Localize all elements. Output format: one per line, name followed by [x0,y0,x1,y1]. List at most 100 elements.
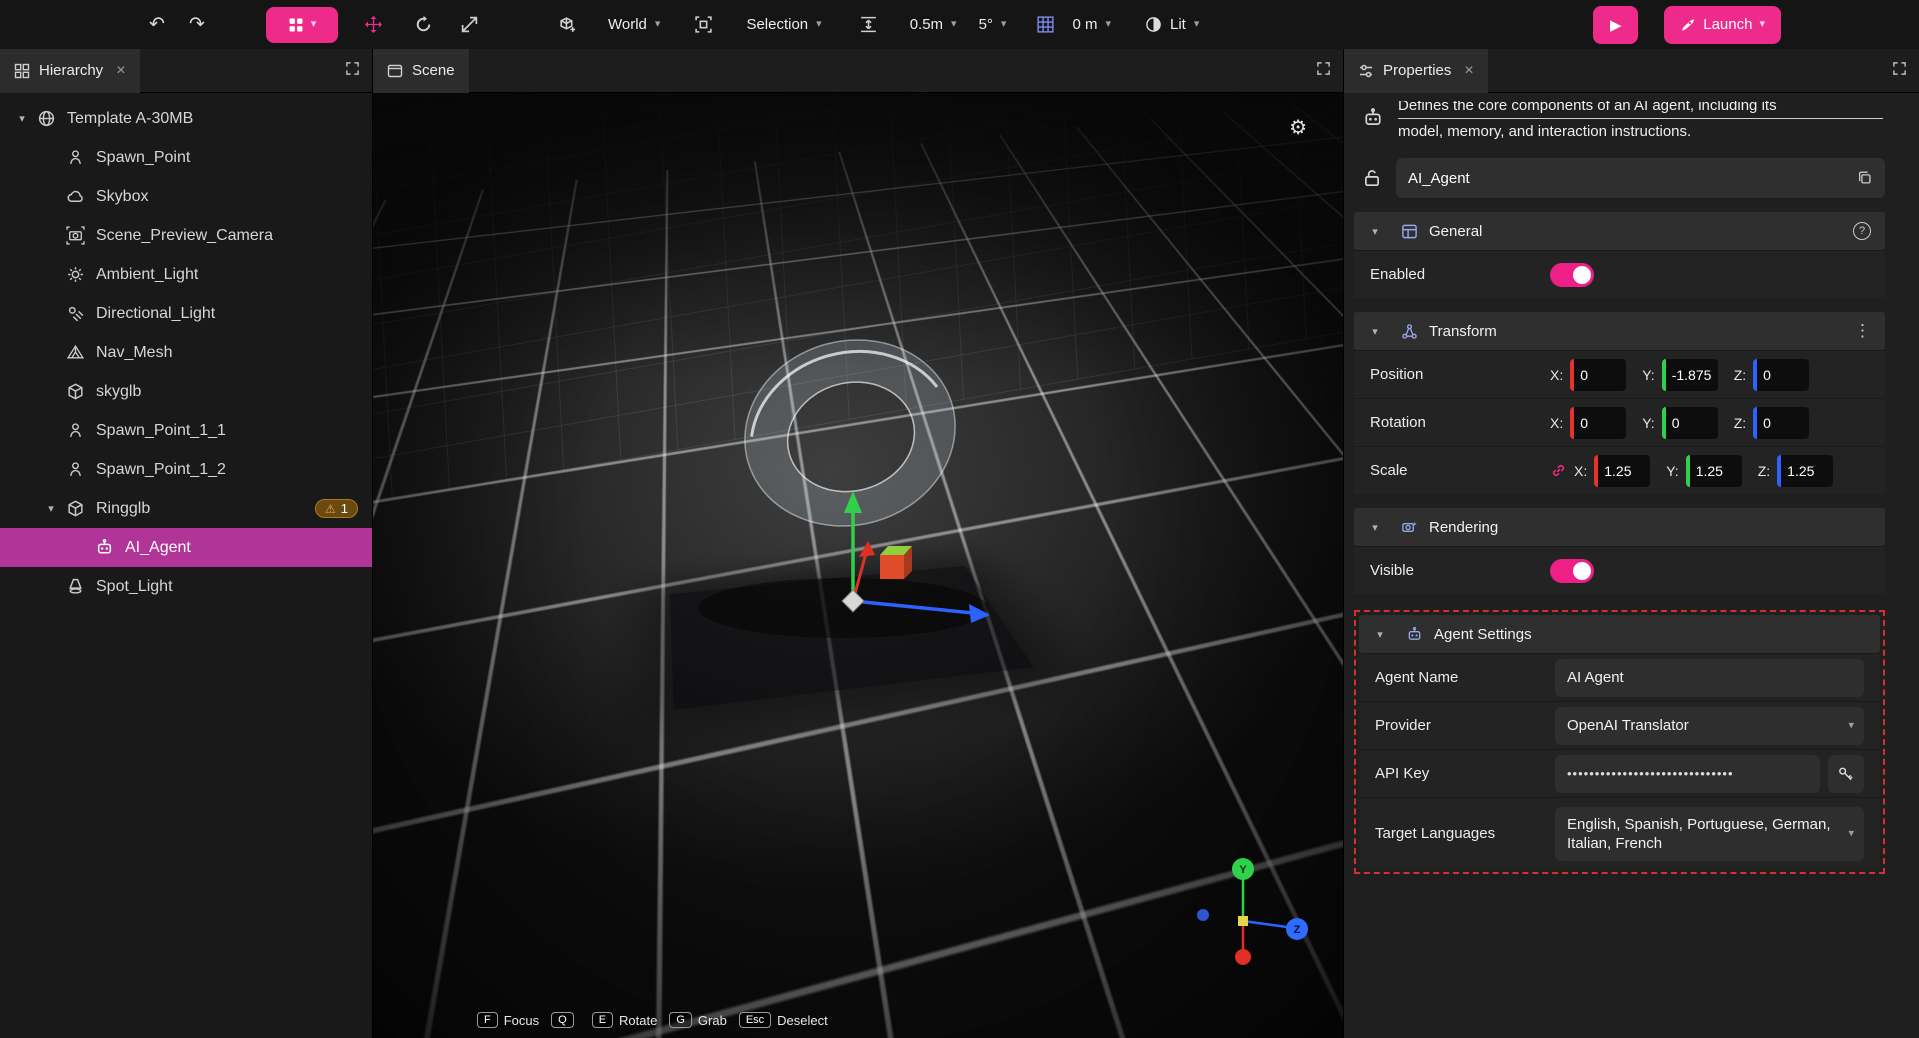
frame-selection-button[interactable] [686,8,720,42]
scene-viewport[interactable]: Y Z ⚙ FFocus Q ERotate GGrab EscDeselect [373,93,1343,1038]
scale-y-input[interactable]: 1.25 [1686,455,1742,487]
section-agent-settings-header[interactable]: ▾ Agent Settings [1359,615,1880,653]
play-button[interactable]: ▶ [1593,6,1638,44]
launch-button[interactable]: Launch ▾ [1664,6,1781,44]
section-agent-settings: ▾ Agent Settings Agent Name AI Agent Pro… [1359,615,1880,869]
axis-neg-dot[interactable] [1197,909,1209,921]
scale-tool-button[interactable] [452,8,486,42]
general-title: General [1429,223,1482,240]
play-icon: ▶ [1610,16,1622,34]
help-icon[interactable]: ? [1853,222,1871,240]
orientation-gizmo[interactable]: Y Z [1197,858,1308,965]
add-object-icon [558,15,577,34]
grid-snap-value: 0 m [1072,16,1097,33]
warning-count: 1 [341,501,348,516]
tab-properties[interactable]: Properties × [1344,49,1488,93]
align-vertical-button[interactable] [852,8,886,42]
tree-item-template[interactable]: ▾ Template A-30MB [0,99,372,138]
rotation-x-input[interactable]: 0 [1570,407,1626,439]
section-general-header[interactable]: ▾ General ? [1354,212,1885,250]
tree-item-ai-agent[interactable]: AI_Agent [0,528,372,567]
shading-mode-dropdown[interactable]: Lit ▾ [1145,16,1199,33]
chevron-down-icon: ▾ [311,19,317,30]
gizmo-x-arrow[interactable] [859,541,875,557]
spot-light-icon [66,577,85,596]
provider-dropdown[interactable]: OpenAI Translator ▾ [1555,707,1864,745]
lit-sphere-icon [1145,16,1162,33]
kebab-menu-icon[interactable]: ⋮ [1854,321,1871,341]
object-name-input[interactable]: AI_Agent [1396,158,1885,198]
chevron-down-icon[interactable]: ▾ [15,112,29,125]
add-object-button[interactable] [550,8,584,42]
move-snap-dropdown[interactable]: 0.5m ▾ [910,16,957,33]
section-transform-header[interactable]: ▾ Transform ⋮ [1354,312,1885,350]
undo-icon: ↶ [149,15,165,34]
expand-panel-icon[interactable] [1316,61,1331,81]
tab-scene[interactable]: Scene [373,49,469,93]
scale-x-input[interactable]: 1.25 [1594,455,1650,487]
copy-icon[interactable] [1857,170,1873,186]
visible-toggle[interactable] [1550,559,1594,583]
tree-item-spawn-point-1-2[interactable]: Spawn_Point_1_2 [0,450,372,489]
position-row: Position X: 0 Y: -1.875 Z: 0 [1354,350,1885,398]
rotation-y-input[interactable]: 0 [1662,407,1718,439]
scene-panel: Scene [373,49,1343,1038]
spawn-point-icon [66,148,85,167]
hint-label: Rotate [619,1013,657,1028]
top-toolbar: ↶ ↷ ▾ World ▾ Selection ▾ [0,0,1919,49]
tree-item-spawn-point[interactable]: Spawn_Point [0,138,372,177]
ring-object[interactable] [724,317,976,550]
tree-item-skybox[interactable]: Skybox [0,177,372,216]
close-icon[interactable]: × [116,62,125,80]
axis-x-ball[interactable] [1235,949,1251,965]
tree-item-spawn-point-1-1[interactable]: Spawn_Point_1_1 [0,411,372,450]
tree-item-directional-light[interactable]: Directional_Light [0,294,372,333]
link-scale-icon[interactable] [1550,462,1567,479]
section-general: ▾ General ? Enabled [1354,212,1885,298]
robot-icon [95,538,114,557]
axis-z-label: Z [1294,924,1301,936]
agent-name-input[interactable]: AI Agent [1555,659,1864,697]
scale-z-input[interactable]: 1.25 [1777,455,1833,487]
enabled-toggle[interactable] [1550,263,1594,287]
tree-item-spot-light[interactable]: Spot_Light [0,567,372,606]
properties-body: Defines the core components of an AI age… [1344,93,1919,1038]
rotate-tool-button[interactable] [406,8,440,42]
provider-row: Provider OpenAI Translator ▾ [1359,701,1880,749]
grid-snap-dropdown[interactable]: 0 m ▾ [1072,16,1111,33]
api-key-action-button[interactable] [1828,755,1864,793]
window-icon [387,63,403,79]
y-axis-label: Y: [1642,367,1654,383]
tree-item-scene-preview-camera[interactable]: Scene_Preview_Camera [0,216,372,255]
selection-mode-dropdown[interactable]: Selection ▾ [746,16,821,33]
redo-button[interactable]: ↷ [180,8,214,42]
tab-hierarchy[interactable]: Hierarchy × [0,49,140,93]
move-tool-button[interactable] [356,8,390,42]
viewport-settings-icon[interactable]: ⚙ [1289,115,1307,140]
x-axis-label: X: [1550,367,1563,383]
position-x-input[interactable]: 0 [1570,359,1626,391]
position-z-input[interactable]: 0 [1753,359,1809,391]
layout-grid-button[interactable]: ▾ [266,7,338,43]
expand-panel-icon[interactable] [345,61,360,81]
api-key-input[interactable]: •••••••••••••••••••••••••••••• [1555,755,1820,793]
tree-item-ringglb[interactable]: ▾ Ringglb ⚠ 1 [0,489,372,528]
rotation-z-input[interactable]: 0 [1753,407,1809,439]
rotate-snap-dropdown[interactable]: 5° ▾ [979,16,1007,33]
target-languages-dropdown[interactable]: English, Spanish, Portuguese, German, It… [1555,807,1864,861]
unlock-icon[interactable] [1362,168,1382,188]
undo-button[interactable]: ↶ [140,8,174,42]
expand-panel-icon[interactable] [1892,61,1907,81]
gizmo-cube-front[interactable] [880,555,904,579]
chevron-down-icon[interactable]: ▾ [44,502,58,515]
skybox-icon [66,187,85,206]
tree-item-skyglb[interactable]: skyglb [0,372,372,411]
directional-light-icon [66,304,85,323]
section-rendering-header[interactable]: ▾ Rendering [1354,508,1885,546]
close-icon[interactable]: × [1464,62,1473,80]
world-dropdown[interactable]: World ▾ [608,16,660,33]
position-y-input[interactable]: -1.875 [1662,359,1718,391]
tree-item-ambient-light[interactable]: Ambient_Light [0,255,372,294]
tree-item-nav-mesh[interactable]: Nav_Mesh [0,333,372,372]
grid-snap-button[interactable] [1028,8,1062,42]
